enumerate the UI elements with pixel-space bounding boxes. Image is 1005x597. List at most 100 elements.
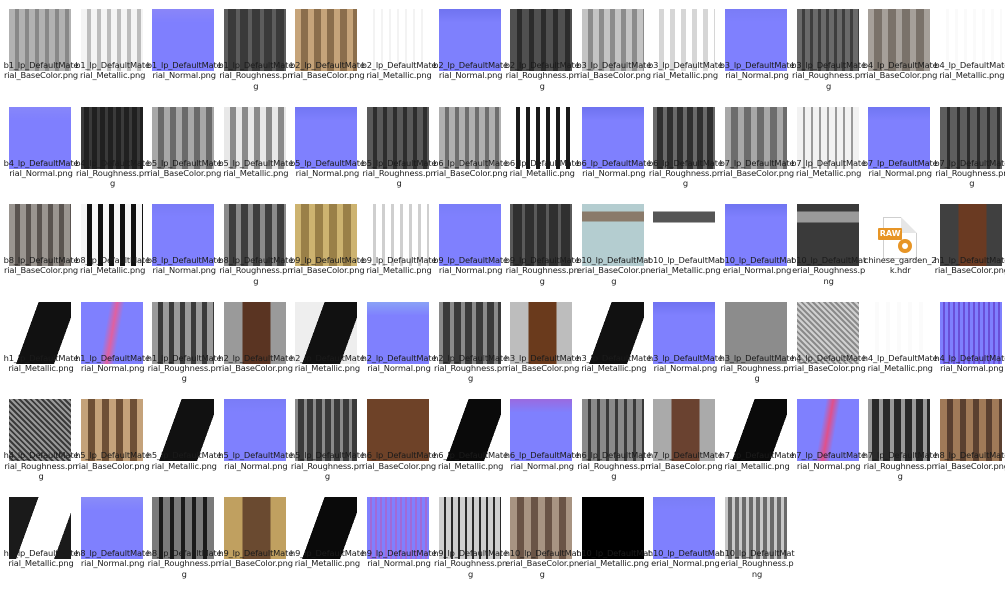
file-name: b3_lp_DefaultMaterial_BaseColor.png — [576, 60, 652, 81]
file-item[interactable]: b10_lp_DefaultMaterial_Normal.png — [720, 195, 795, 291]
file-item[interactable]: b2_lp_DefaultMaterial_Normal.png — [433, 0, 508, 96]
file-item[interactable]: h1_lp_DefaultMaterial_Normal.png — [75, 293, 150, 389]
file-name: b5_lp_DefaultMaterial_BaseColor.png — [146, 157, 222, 178]
file-item[interactable]: h9_lp_DefaultMaterial_Roughness.png — [433, 488, 508, 584]
file-name: h10_lp_DefaultMaterial_Metallic.png — [576, 548, 652, 569]
file-name: h2_lp_DefaultMaterial_BaseColor.png — [218, 352, 294, 374]
file-item[interactable]: b4_lp_DefaultMaterial_Metallic.png — [934, 0, 1005, 96]
file-item[interactable]: b3_lp_DefaultMaterial_Roughness.png — [791, 0, 866, 96]
file-item[interactable]: b1_lp_DefaultMaterial_BaseColor.png — [4, 0, 79, 96]
file-item[interactable]: h4_lp_DefaultMaterial_Roughness.png — [4, 390, 79, 486]
file-item[interactable]: b2_lp_DefaultMaterial_Metallic.png — [362, 0, 437, 96]
file-item[interactable]: h10_lp_DefaultMaterial_BaseColor.png — [505, 488, 580, 584]
file-item[interactable]: h4_lp_DefaultMaterial_Normal.png — [934, 293, 1005, 389]
file-item[interactable]: b3_lp_DefaultMaterial_Metallic.png — [648, 0, 723, 96]
file-item[interactable]: RAW chinese_garden_2k.hdr — [864, 195, 937, 291]
file-item[interactable]: h1_lp_DefaultMaterial_Metallic.png — [3, 293, 79, 389]
file-item[interactable]: b6_lp_DefaultMaterial_Metallic.png — [505, 98, 580, 194]
file-item[interactable]: h3_lp_DefaultMaterial_BaseColor.png — [505, 293, 580, 389]
file-item[interactable]: h2_lp_DefaultMaterial_Metallic.png — [290, 293, 365, 389]
file-name: b8_lp_DefaultMaterial_BaseColor.png — [3, 255, 79, 276]
file-item[interactable]: b9_lp_DefaultMaterial_BaseColor.png — [290, 195, 365, 291]
file-item[interactable]: b9_lp_DefaultMaterial_Roughness.png — [505, 195, 580, 291]
file-name: h4_lp_DefaultMaterial_Metallic.png — [862, 352, 938, 374]
file-grid: b1_lp_DefaultMaterial_BaseColor.png b1_lp… — [0, 0, 1005, 597]
file-item[interactable]: b10_lp_DefaultMaterial_Roughness.png — [791, 195, 866, 291]
file-item[interactable]: b7_lp_DefaultMaterial_Roughness.png — [934, 98, 1005, 194]
file-item[interactable]: b6_lp_DefaultMaterial_BaseColor.png — [433, 98, 508, 194]
file-item[interactable]: h9_lp_DefaultMaterial_Normal.png — [362, 488, 437, 584]
file-item[interactable]: b5_lp_DefaultMaterial_Roughness.png — [361, 98, 437, 194]
file-name: h1_lp_DefaultMaterial_Metallic.png — [3, 352, 79, 374]
file-name: b1_lp_DefaultMaterial_Normal.png — [146, 60, 222, 81]
file-item[interactable]: h4_lp_DefaultMaterial_Metallic.png — [862, 293, 938, 389]
file-item[interactable]: h7_lp_DefaultMaterial_BaseColor.png — [648, 390, 723, 486]
file-item[interactable]: b4_lp_DefaultMaterial_Normal.png — [4, 98, 79, 194]
file-item[interactable]: h2_lp_DefaultMaterial_Roughness.png — [433, 293, 508, 389]
file-item[interactable]: b10_lp_DefaultMaterial_BaseColor.png — [576, 195, 651, 291]
file-item[interactable]: h5_lp_DefaultMaterial_Normal.png — [218, 390, 293, 486]
file-item[interactable]: h1_lp_DefaultMaterial_Roughness.png — [146, 293, 222, 389]
file-item[interactable]: b3_lp_DefaultMaterial_Normal.png — [720, 0, 795, 96]
file-item[interactable]: h5_lp_DefaultMaterial_BaseColor.png — [75, 390, 150, 486]
file-item[interactable]: h6_lp_DefaultMaterial_Normal.png — [505, 390, 580, 486]
file-item[interactable]: b7_lp_DefaultMaterial_Metallic.png — [791, 98, 866, 194]
file-name: b7_lp_DefaultMaterial_BaseColor.png — [719, 157, 795, 178]
file-item[interactable]: h7_lp_DefaultMaterial_Normal.png — [791, 390, 866, 486]
file-item[interactable]: b6_lp_DefaultMaterial_Roughness.png — [648, 98, 723, 194]
file-item[interactable]: b9_lp_DefaultMaterial_Normal.png — [433, 195, 508, 291]
file-item[interactable]: b3_lp_DefaultMaterial_BaseColor.png — [576, 0, 652, 96]
file-item[interactable]: h3_lp_DefaultMaterial_Roughness.png — [720, 293, 795, 389]
file-item[interactable]: b2_lp_DefaultMaterial_Roughness.png — [505, 0, 580, 96]
file-name: b3_lp_DefaultMaterial_Roughness.png — [791, 60, 866, 91]
file-item[interactable]: h6_lp_DefaultMaterial_Roughness.png — [576, 390, 651, 486]
file-item[interactable]: b5_lp_DefaultMaterial_Metallic.png — [218, 98, 293, 194]
file-item[interactable]: b2_lp_DefaultMaterial_BaseColor.png — [290, 0, 365, 96]
file-item[interactable]: h3_lp_DefaultMaterial_Metallic.png — [576, 293, 652, 389]
file-item[interactable]: h8_lp_DefaultMaterial_BaseColor.png — [934, 390, 1005, 486]
file-name: h9_lp_DefaultMaterial_Metallic.png — [290, 548, 365, 569]
file-name: b7_lp_DefaultMaterial_Normal.png — [862, 157, 938, 178]
file-item[interactable]: h1_lp_DefaultMaterial_BaseColor.png — [934, 195, 1005, 291]
file-item[interactable]: h5_lp_DefaultMaterial_Roughness.png — [290, 390, 365, 486]
file-item[interactable]: b7_lp_DefaultMaterial_Normal.png — [862, 98, 938, 194]
file-item[interactable]: b7_lp_DefaultMaterial_BaseColor.png — [719, 98, 795, 194]
file-item[interactable]: h8_lp_DefaultMaterial_Metallic.png — [4, 488, 79, 584]
file-item[interactable]: h5_lp_DefaultMaterial_Metallic.png — [147, 390, 222, 486]
file-item[interactable]: h6_lp_DefaultMaterial_BaseColor.png — [362, 390, 437, 486]
file-name: b8_lp_DefaultMaterial_Metallic.png — [75, 255, 150, 276]
file-item[interactable]: b5_lp_DefaultMaterial_Normal.png — [290, 98, 365, 194]
file-item[interactable]: h7_lp_DefaultMaterial_Roughness.png — [863, 390, 938, 486]
file-item[interactable]: h2_lp_DefaultMaterial_Normal.png — [362, 293, 437, 389]
file-item[interactable]: h9_lp_DefaultMaterial_BaseColor.png — [218, 488, 293, 584]
file-name: b5_lp_DefaultMaterial_Roughness.png — [361, 157, 437, 189]
file-item[interactable]: b8_lp_DefaultMaterial_Metallic.png — [75, 195, 150, 291]
file-item[interactable]: h6_lp_DefaultMaterial_Metallic.png — [433, 390, 508, 486]
file-item[interactable]: h2_lp_DefaultMaterial_BaseColor.png — [218, 293, 294, 389]
file-item[interactable]: b10_lp_DefaultMaterial_Metallic.png — [648, 195, 723, 291]
file-name: h1_lp_DefaultMaterial_Roughness.png — [146, 352, 222, 384]
file-item[interactable]: b8_lp_DefaultMaterial_BaseColor.png — [3, 195, 79, 291]
file-item[interactable]: b8_lp_DefaultMaterial_Roughness.png — [218, 195, 293, 291]
file-item[interactable]: h8_lp_DefaultMaterial_Normal.png — [75, 488, 150, 584]
file-item[interactable]: b1_lp_DefaultMaterial_Normal.png — [146, 0, 222, 96]
file-item[interactable]: b4_lp_DefaultMaterial_BaseColor.png — [863, 0, 938, 96]
file-item[interactable]: h10_lp_DefaultMaterial_Roughness.png — [720, 488, 795, 584]
file-item[interactable]: h4_lp_DefaultMaterial_BaseColor.png — [791, 293, 866, 389]
file-item[interactable]: b8_lp_DefaultMaterial_Normal.png — [147, 195, 222, 291]
file-name: h3_lp_DefaultMaterial_Metallic.png — [576, 352, 652, 374]
file-item[interactable]: b6_lp_DefaultMaterial_Normal.png — [576, 98, 651, 194]
file-item[interactable]: h3_lp_DefaultMaterial_Normal.png — [648, 293, 723, 389]
file-name: h9_lp_DefaultMaterial_Roughness.png — [433, 548, 508, 579]
file-item[interactable]: b1_lp_DefaultMaterial_Roughness.png — [218, 0, 293, 96]
file-item[interactable]: b4_lp_DefaultMaterial_Roughness.png — [75, 98, 150, 194]
file-item[interactable]: h8_lp_DefaultMaterial_Roughness.png — [146, 488, 222, 584]
file-item[interactable]: b5_lp_DefaultMaterial_BaseColor.png — [146, 98, 222, 194]
file-item[interactable]: b9_lp_DefaultMaterial_Metallic.png — [362, 195, 437, 291]
file-name: h8_lp_DefaultMaterial_Roughness.png — [146, 548, 222, 579]
file-item[interactable]: h10_lp_DefaultMaterial_Normal.png — [648, 488, 723, 584]
file-item[interactable]: h7_lp_DefaultMaterial_Metallic.png — [720, 390, 795, 486]
file-item[interactable]: h9_lp_DefaultMaterial_Metallic.png — [290, 488, 365, 584]
file-item[interactable]: h10_lp_DefaultMaterial_Metallic.png — [576, 488, 652, 584]
file-item[interactable]: b1_lp_DefaultMaterial_Metallic.png — [75, 0, 150, 96]
